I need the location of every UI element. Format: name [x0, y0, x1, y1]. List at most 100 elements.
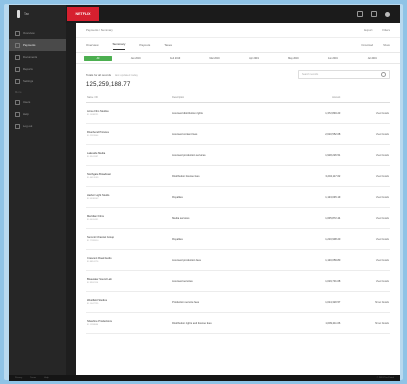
- filter-chip[interactable]: Feb 2019: [155, 56, 194, 61]
- sidebar-item-label: Documents: [23, 55, 38, 59]
- export-link[interactable]: Export: [364, 28, 372, 32]
- row-id: ID 8810276: [87, 261, 99, 263]
- row-id: ID 9902114: [87, 282, 99, 284]
- row-description: Licensed services: [171, 270, 287, 292]
- tab-item[interactable]: Summary: [112, 42, 126, 50]
- filter-chip[interactable]: Jan 2019: [116, 56, 155, 61]
- tab-item[interactable]: Taxes: [164, 43, 172, 50]
- sidebar-item[interactable]: Documents: [9, 51, 66, 63]
- tab-item[interactable]: Payouts: [139, 43, 150, 50]
- sidebar-item[interactable]: Reports: [9, 63, 66, 75]
- nav-icon: [15, 42, 20, 48]
- table-row[interactable]: Meridian Films ID 6620451 Media services 1,…: [86, 207, 390, 229]
- row-name-cell: Bluewater Sound Lab ID 9902114: [86, 270, 172, 292]
- row-description: Royalties: [171, 186, 287, 208]
- row-action-link[interactable]: Show Details: [341, 291, 390, 313]
- search-input[interactable]: Search records: [298, 70, 390, 79]
- row-name: Bluewater Sound Lab: [87, 278, 112, 281]
- filter-chip[interactable]: Apr 2019: [234, 56, 273, 61]
- row-id: ID 5538102: [87, 198, 99, 200]
- table-row[interactable]: Summit Channel Group ID 7789310 Royalties 1…: [86, 228, 390, 250]
- summary-header: Totals for all records last updated toda…: [76, 64, 400, 79]
- sidebar-item[interactable]: Payments: [9, 39, 66, 51]
- row-name-cell: Acme Film Studios ID 1038221: [86, 102, 172, 124]
- row-name: Lakeside Media: [87, 152, 106, 155]
- row-description: Production service fees: [171, 291, 287, 313]
- total-amount: 125,259,188.77: [86, 82, 131, 88]
- sidebar-item[interactable]: Users: [9, 96, 66, 108]
- table-row[interactable]: Acme Film Studios ID 1038221 Licensed dist…: [86, 102, 390, 124]
- sidebar-item-label: Users: [23, 100, 31, 104]
- sidebar-item[interactable]: Help: [9, 108, 66, 120]
- row-action-link[interactable]: View Details: [341, 249, 390, 271]
- table-row[interactable]: Crescent Road Audio ID 8810276 Licensed pr…: [86, 249, 390, 271]
- row-description: Licensed distribution rights: [171, 102, 287, 124]
- row-action-link[interactable]: View Details: [341, 228, 390, 250]
- row-description: Licensed content fees: [171, 123, 287, 145]
- filter-chip[interactable]: Jun 2019: [313, 56, 352, 61]
- table-row[interactable]: Harbor Light Studio ID 5538102 Royalties 1,…: [86, 186, 390, 208]
- row-action-link[interactable]: View Details: [341, 165, 390, 187]
- sidebar-section-head: More: [15, 91, 22, 94]
- sidebar-logo: Tax: [9, 5, 66, 23]
- row-id: ID 3341187: [87, 156, 99, 158]
- row-name-cell: Summit Channel Group ID 7789310: [86, 228, 172, 250]
- row-action-link[interactable]: View Details: [341, 102, 390, 124]
- settings-icon[interactable]: [371, 11, 377, 17]
- footer-terms-link[interactable]: Terms: [30, 377, 36, 379]
- row-amount: 1,918,226.51: [286, 144, 342, 166]
- table-row[interactable]: Northgate Broadcast ID 4412039 Distributio…: [86, 165, 390, 187]
- row-name: Westfield Studios: [87, 299, 107, 302]
- row-action-link[interactable]: Show Details: [341, 312, 390, 334]
- tab-action-button[interactable]: Share: [383, 44, 390, 47]
- row-amount: 1,009,211.06: [286, 312, 342, 334]
- row-name: Northgate Broadcast: [87, 173, 111, 176]
- row-action-link[interactable]: View Details: [341, 144, 390, 166]
- sidebar-item-label: Payments: [23, 43, 36, 47]
- row-name-cell: Northgate Broadcast ID 4412039: [86, 165, 172, 187]
- filter-chip[interactable]: Jul 2019: [353, 56, 392, 61]
- row-name: Crescent Road Audio: [87, 257, 112, 260]
- sidebar-item[interactable]: Settings: [9, 75, 66, 87]
- row-action-link[interactable]: View Details: [341, 207, 390, 229]
- row-id: ID 4412039: [87, 177, 99, 179]
- nav-icon: [15, 30, 20, 36]
- tab-item[interactable]: Overview: [86, 43, 99, 50]
- footer-privacy-link[interactable]: Privacy: [15, 377, 22, 379]
- column-header: Amount: [286, 92, 342, 103]
- row-name: Meridian Films: [87, 215, 104, 218]
- sidebar-item-label: Reports: [23, 67, 33, 71]
- summary-updated: last updated today: [115, 72, 138, 77]
- search-icon[interactable]: [381, 72, 386, 77]
- filter-chip[interactable]: May 2019: [274, 56, 313, 61]
- filter-chip[interactable]: Mar 2019: [195, 56, 234, 61]
- footer-help-link[interactable]: Help: [44, 377, 49, 379]
- breadcrumb-text[interactable]: Payments / Summary: [86, 28, 113, 32]
- table-row[interactable]: Bluewater Sound Lab ID 9902114 Licensed se…: [86, 270, 390, 292]
- tab-action-button[interactable]: Download: [362, 44, 374, 47]
- sidebar-item[interactable]: Log out: [9, 120, 66, 132]
- sidebar-item[interactable]: Overview: [9, 27, 66, 39]
- brand-logo[interactable]: NETFLIX: [67, 7, 99, 21]
- table-row[interactable]: Westfield Studios ID 1047725 Production se…: [86, 291, 390, 313]
- table-header-row: Name / ID Description Amount: [86, 92, 390, 103]
- notifications-icon[interactable]: [357, 11, 363, 17]
- nav-icon: [15, 66, 20, 72]
- table-row[interactable]: Lakeside Media ID 3341187 Licensed product…: [86, 144, 390, 166]
- table-row[interactable]: Silverline Productions ID 1159840 Distribu…: [86, 312, 390, 334]
- row-description: Licensed production services: [171, 144, 287, 166]
- filter-chip[interactable]: All: [84, 55, 112, 61]
- row-name-cell: Lakeside Media ID 3341187: [86, 144, 172, 166]
- row-description: Licensed production fees: [171, 249, 287, 271]
- row-action-link[interactable]: View Details: [341, 123, 390, 145]
- avatar[interactable]: [385, 11, 390, 17]
- app-window: Tax Overview Payments Documents Reports Sett…: [9, 5, 400, 381]
- filters-link[interactable]: Filters: [382, 28, 390, 32]
- column-header: Name / ID: [86, 92, 172, 103]
- row-action-link[interactable]: View Details: [341, 270, 390, 292]
- row-action-link[interactable]: View Details: [341, 186, 390, 208]
- table-row[interactable]: Riverbend Pictures ID 2281904 Licensed con…: [86, 123, 390, 145]
- row-name: Summit Channel Group: [87, 236, 115, 239]
- top-bar: NETFLIX: [66, 5, 400, 23]
- row-amount: 3,204,117.62: [286, 165, 342, 187]
